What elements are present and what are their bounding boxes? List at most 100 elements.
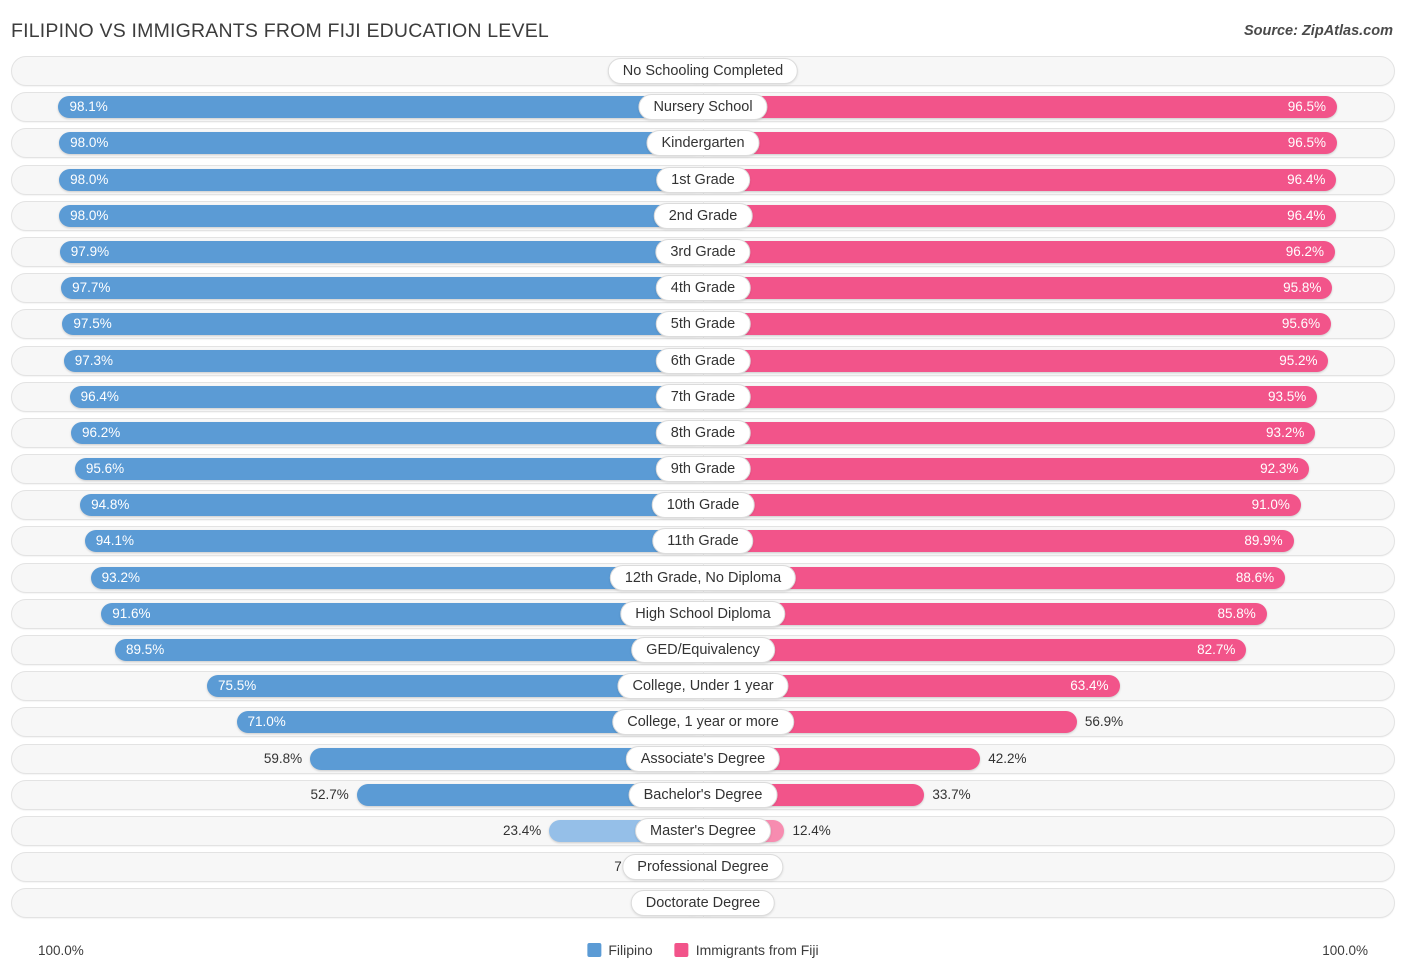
value-label-filipino: 94.1% xyxy=(95,533,135,549)
legend-item[interactable]: Filipino xyxy=(587,942,653,958)
chart-row: 97.9% 96.2% 3rd Grade xyxy=(0,236,1406,267)
bar-immigrants-fiji[interactable] xyxy=(703,313,1332,336)
bar-immigrants-fiji[interactable] xyxy=(703,421,1316,444)
value-label-filipino: 93.2% xyxy=(101,569,140,585)
value-label-filipino: 71.0% xyxy=(247,714,286,730)
category-label[interactable]: 5th Grade xyxy=(655,311,751,338)
bar-immigrants-fiji[interactable] xyxy=(703,494,1301,517)
category-label[interactable]: 4th Grade xyxy=(655,275,751,302)
bar-immigrants-fiji[interactable] xyxy=(703,277,1333,300)
bar-filipino[interactable] xyxy=(62,313,703,336)
bar-filipino[interactable] xyxy=(80,494,703,517)
chart-row: 97.5% 95.6% 5th Grade xyxy=(0,309,1406,340)
value-label-filipino: 97.5% xyxy=(73,316,112,332)
chart-row: 98.0% 96.4% 1st Grade xyxy=(0,164,1406,195)
legend-swatch xyxy=(674,943,689,957)
chart-row: 2.0%3.5%No Schooling Completed xyxy=(0,56,1406,86)
value-label-filipino: 75.5% xyxy=(217,678,257,694)
chart-row: 52.7% 33.7% Bachelor's Degree xyxy=(0,779,1406,810)
chart-row: 98.1% 96.5% Nursery School xyxy=(0,92,1406,123)
category-label[interactable]: Associate's Degree xyxy=(625,745,781,772)
category-label[interactable]: Doctorate Degree xyxy=(630,890,776,917)
value-label-immigrants-fiji: 96.2% xyxy=(1285,243,1325,259)
chart-row: 7.6%3.7%Professional Degree xyxy=(0,852,1406,883)
bar-immigrants-fiji[interactable] xyxy=(703,132,1337,155)
bar-filipino[interactable] xyxy=(74,458,703,481)
category-label[interactable]: Professional Degree xyxy=(622,854,784,881)
chart-row: 71.0% 56.9% College, 1 year or more xyxy=(0,707,1406,738)
bar-immigrants-fiji[interactable] xyxy=(703,96,1337,119)
chart-row: 3.4%1.6%Doctorate Degree xyxy=(0,888,1406,919)
value-label-filipino: 98.0% xyxy=(70,135,109,151)
chart-legend: Filipino Immigrants from Fiji xyxy=(587,942,819,958)
bar-immigrants-fiji[interactable] xyxy=(703,602,1267,625)
bar-immigrants-fiji[interactable] xyxy=(703,204,1337,227)
chart-row: 95.6% 92.3% 9th Grade xyxy=(0,454,1406,485)
bar-filipino[interactable] xyxy=(61,277,703,300)
chart-row: 94.8% 91.0% 10th Grade xyxy=(0,490,1406,521)
category-label[interactable]: 11th Grade xyxy=(652,528,754,555)
bar-filipino[interactable] xyxy=(69,385,703,408)
value-label-filipino: 23.4% xyxy=(502,822,542,838)
category-label[interactable]: 3rd Grade xyxy=(655,238,751,265)
category-label[interactable]: College, Under 1 year xyxy=(617,673,789,700)
bar-filipino[interactable] xyxy=(63,349,703,372)
category-label[interactable]: 1st Grade xyxy=(656,166,750,193)
chart-header: FILIPINO VS IMMIGRANTS FROM FIJI EDUCATI… xyxy=(0,0,1406,56)
chart-row: 59.8% 42.2% Associate's Degree xyxy=(0,743,1406,774)
category-label[interactable]: 9th Grade xyxy=(655,456,751,483)
value-label-immigrants-fiji: 96.5% xyxy=(1287,135,1327,151)
bar-filipino[interactable] xyxy=(59,240,703,263)
bar-immigrants-fiji[interactable] xyxy=(703,168,1337,191)
value-label-immigrants-fiji: 96.4% xyxy=(1287,171,1326,187)
bar-immigrants-fiji[interactable] xyxy=(703,530,1294,553)
chart-page: FILIPINO VS IMMIGRANTS FROM FIJI EDUCATI… xyxy=(0,0,1406,975)
chart-row: 98.0% 96.4% 2nd Grade xyxy=(0,200,1406,231)
category-label[interactable]: Kindergarten xyxy=(646,130,760,157)
value-label-filipino: 89.5% xyxy=(125,642,165,657)
chart-row: 96.2% 93.2% 8th Grade xyxy=(0,417,1406,448)
bar-filipino[interactable] xyxy=(59,132,703,155)
value-label-immigrants-fiji: 95.6% xyxy=(1281,316,1321,332)
category-label[interactable]: 10th Grade xyxy=(651,492,755,519)
bar-immigrants-fiji[interactable] xyxy=(703,349,1329,372)
chart-row: 98.0% 96.5% Kindergarten xyxy=(0,128,1406,159)
category-label[interactable]: 6th Grade xyxy=(655,347,751,374)
value-label-immigrants-fiji: 92.3% xyxy=(1260,461,1299,477)
bar-filipino[interactable] xyxy=(58,96,703,119)
bar-filipino[interactable] xyxy=(70,421,703,444)
value-label-immigrants-fiji: 91.0% xyxy=(1251,497,1290,513)
bar-immigrants-fiji[interactable] xyxy=(703,385,1318,408)
category-label[interactable]: Bachelor's Degree xyxy=(628,781,778,808)
value-label-filipino: 97.9% xyxy=(70,243,110,259)
category-label[interactable]: College, 1 year or more xyxy=(612,709,794,736)
value-label-immigrants-fiji: 12.4% xyxy=(792,822,831,838)
bar-filipino[interactable] xyxy=(84,530,703,553)
value-label-immigrants-fiji: 56.9% xyxy=(1084,714,1124,730)
bar-filipino[interactable] xyxy=(59,204,703,227)
bar-filipino[interactable] xyxy=(115,639,703,661)
bar-immigrants-fiji[interactable] xyxy=(703,240,1336,263)
bar-immigrants-fiji[interactable] xyxy=(703,458,1310,481)
category-label[interactable]: 12th Grade, No Diploma xyxy=(609,564,797,591)
value-label-immigrants-fiji: 96.5% xyxy=(1287,99,1327,115)
category-label[interactable]: GED/Equivalency xyxy=(631,637,775,663)
category-label[interactable]: Master's Degree xyxy=(635,817,771,844)
axis-label-right: 100.0% xyxy=(1322,943,1368,958)
category-label[interactable]: 2nd Grade xyxy=(653,202,753,229)
value-label-filipino: 94.8% xyxy=(91,497,130,513)
chart-row: 23.4% 12.4% Master's Degree xyxy=(0,815,1406,846)
bar-filipino[interactable] xyxy=(101,602,703,625)
category-label[interactable]: No Schooling Completed xyxy=(607,58,799,84)
chart-row: 91.6% 85.8% High School Diploma xyxy=(0,598,1406,629)
legend-item[interactable]: Immigrants from Fiji xyxy=(674,942,819,958)
category-label[interactable]: Nursery School xyxy=(638,94,768,121)
category-label[interactable]: 8th Grade xyxy=(655,419,751,446)
legend-swatch xyxy=(587,943,602,957)
bar-filipino[interactable] xyxy=(59,168,703,191)
bar-immigrants-fiji[interactable] xyxy=(703,639,1247,661)
category-label[interactable]: 7th Grade xyxy=(655,383,751,410)
value-label-immigrants-fiji: 42.2% xyxy=(988,750,1027,766)
category-label[interactable]: High School Diploma xyxy=(620,600,786,627)
bar-chart-rows: 2.0%3.5%No Schooling Completed 98.1% 96.5%… xyxy=(0,56,1406,936)
